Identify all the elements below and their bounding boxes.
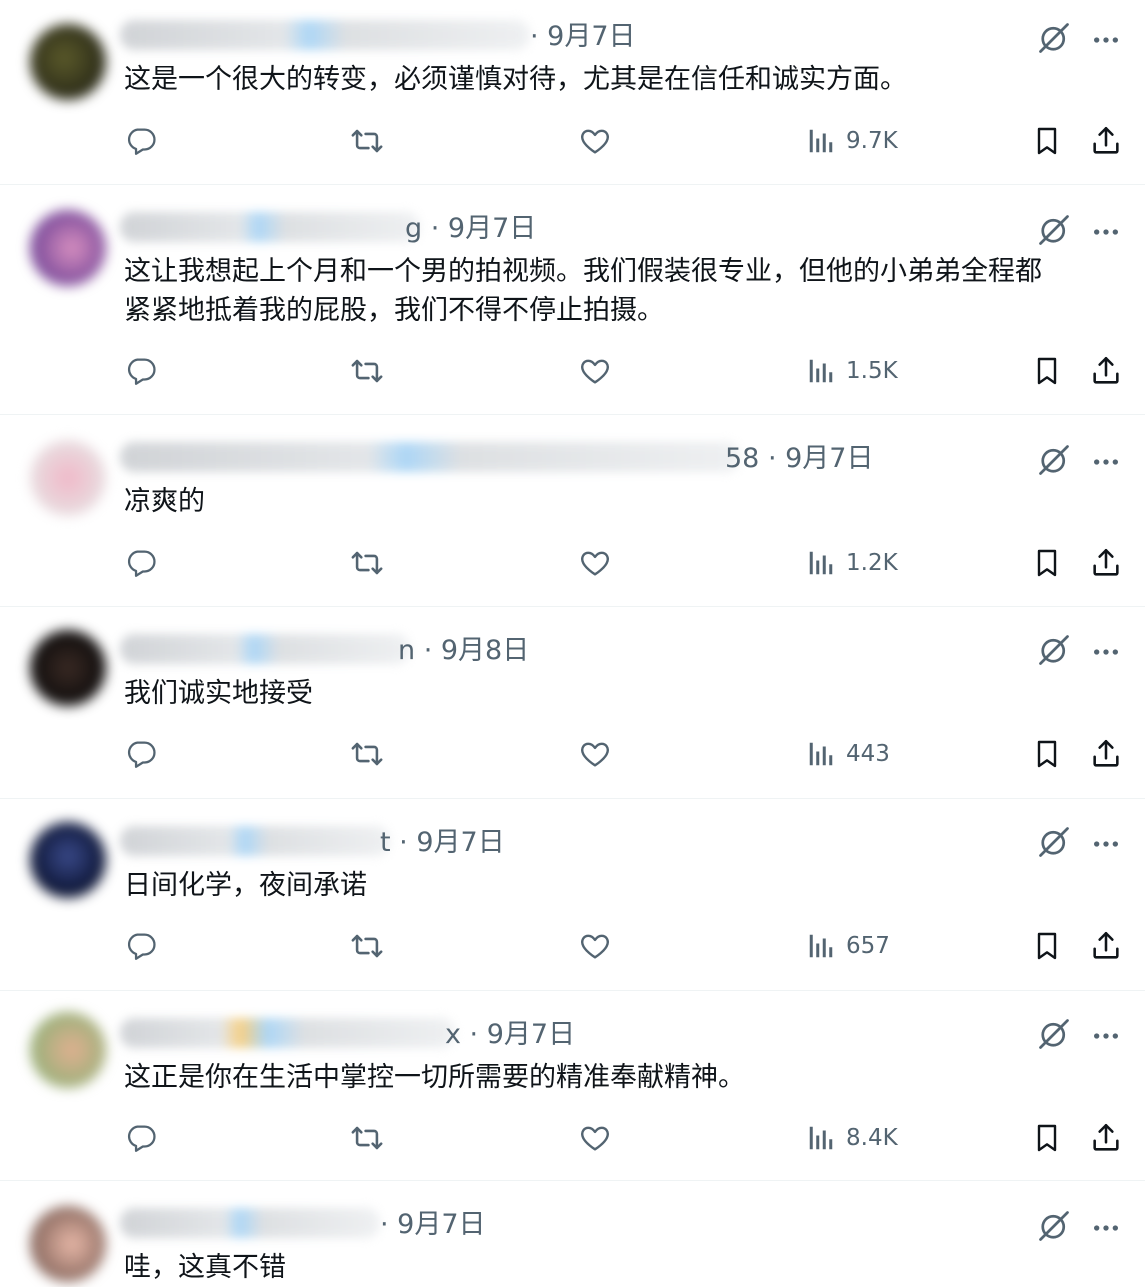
grok-icon[interactable] — [1036, 1016, 1072, 1052]
views-button[interactable]: 443 — [806, 736, 890, 772]
views-count: 8.4K — [846, 1125, 898, 1151]
reply-icon[interactable] — [124, 545, 158, 581]
more-options-icon[interactable] — [1090, 214, 1122, 250]
avatar[interactable] — [30, 1206, 106, 1282]
repost-icon[interactable] — [348, 545, 386, 581]
reply-text: 这让我想起上个月和一个男的拍视频。我们假装很专业，但他的小弟弟全程都 紧紧地抵着… — [124, 256, 1042, 326]
views-count: 657 — [846, 933, 890, 959]
blurred-username[interactable] — [120, 212, 420, 242]
blurred-username[interactable] — [120, 1208, 380, 1238]
divider — [0, 1180, 1145, 1181]
views-count: 9.7K — [846, 128, 898, 154]
divider — [0, 414, 1145, 415]
blurred-username[interactable] — [120, 1018, 455, 1048]
more-options-icon[interactable] — [1090, 22, 1122, 58]
repost-icon[interactable] — [348, 353, 386, 389]
reply-item[interactable]: n · 9月8日 我们诚实地接受 — [0, 608, 1145, 798]
like-icon[interactable] — [578, 353, 612, 389]
divider — [0, 606, 1145, 607]
grok-icon[interactable] — [1036, 212, 1072, 248]
grok-icon[interactable] — [1036, 1208, 1072, 1244]
repost-icon[interactable] — [348, 928, 386, 964]
like-icon[interactable] — [578, 123, 612, 159]
views-count: 443 — [846, 741, 890, 767]
bookmark-icon[interactable] — [1031, 123, 1063, 159]
reply-item[interactable]: 58 · 9月7日 凉爽的 — [0, 416, 1145, 606]
avatar[interactable] — [30, 1012, 106, 1088]
views-button[interactable]: 657 — [806, 928, 890, 964]
like-icon[interactable] — [578, 928, 612, 964]
reply-date[interactable]: 58 · 9月7日 — [725, 442, 873, 476]
more-options-icon[interactable] — [1090, 634, 1122, 670]
bookmark-icon[interactable] — [1031, 928, 1063, 964]
divider — [0, 798, 1145, 799]
grok-icon[interactable] — [1036, 20, 1072, 56]
reply-item[interactable]: t · 9月7日 日间化学，夜间承诺 — [0, 800, 1145, 990]
share-icon[interactable] — [1089, 928, 1123, 964]
like-icon[interactable] — [578, 736, 612, 772]
avatar[interactable] — [30, 24, 106, 100]
grok-icon[interactable] — [1036, 824, 1072, 860]
share-icon[interactable] — [1089, 123, 1123, 159]
repost-icon[interactable] — [348, 736, 386, 772]
bookmark-icon[interactable] — [1031, 545, 1063, 581]
share-icon[interactable] — [1089, 353, 1123, 389]
views-button[interactable]: 9.7K — [806, 123, 898, 159]
divider — [0, 184, 1145, 185]
views-button[interactable]: 8.4K — [806, 1120, 898, 1156]
reply-text: 日间化学，夜间承诺 — [124, 870, 367, 901]
more-options-icon[interactable] — [1090, 1018, 1122, 1054]
reply-date[interactable]: x · 9月7日 — [445, 1018, 575, 1052]
divider — [0, 990, 1145, 991]
reply-item[interactable]: · 9月7日 哇，这真不错 — [0, 1182, 1145, 1283]
blurred-username[interactable] — [120, 20, 530, 50]
repost-icon[interactable] — [348, 123, 386, 159]
reply-text: 凉爽的 — [124, 486, 205, 517]
more-options-icon[interactable] — [1090, 826, 1122, 862]
reply-icon[interactable] — [124, 928, 158, 964]
grok-icon[interactable] — [1036, 442, 1072, 478]
reply-date[interactable]: g · 9月7日 — [405, 212, 536, 246]
bookmark-icon[interactable] — [1031, 736, 1063, 772]
share-icon[interactable] — [1089, 736, 1123, 772]
avatar[interactable] — [30, 822, 106, 898]
avatar[interactable] — [30, 210, 106, 286]
views-count: 1.5K — [846, 358, 898, 384]
more-options-icon[interactable] — [1090, 1210, 1122, 1246]
reply-icon[interactable] — [124, 353, 158, 389]
bookmark-icon[interactable] — [1031, 353, 1063, 389]
like-icon[interactable] — [578, 545, 612, 581]
repost-icon[interactable] — [348, 1120, 386, 1156]
avatar[interactable] — [30, 440, 106, 516]
reply-date[interactable]: · 9月7日 — [530, 20, 636, 54]
reply-icon[interactable] — [124, 123, 158, 159]
views-count: 1.2K — [846, 550, 898, 576]
reply-date[interactable]: t · 9月7日 — [380, 826, 505, 860]
reply-date[interactable]: n · 9月8日 — [398, 634, 529, 668]
reply-item[interactable]: g · 9月7日 这让我想起上个月和一个男的拍视频。我们假装很专业，但他的小弟弟… — [0, 186, 1145, 414]
reply-text: 哇，这真不错 — [124, 1252, 286, 1283]
reply-text: 这正是你在生活中掌控一切所需要的精准奉献精神。 — [124, 1062, 745, 1093]
reply-item[interactable]: x · 9月7日 这正是你在生活中掌控一切所需要的精准奉献精神。 — [0, 992, 1145, 1180]
views-button[interactable]: 1.5K — [806, 353, 898, 389]
views-button[interactable]: 1.2K — [806, 545, 898, 581]
share-icon[interactable] — [1089, 1120, 1123, 1156]
share-icon[interactable] — [1089, 545, 1123, 581]
avatar[interactable] — [30, 630, 106, 706]
more-options-icon[interactable] — [1090, 444, 1122, 480]
reply-item[interactable]: · 9月7日 这是一个很大的转变，必须谨慎对待，尤其是在信任和诚实方面。 — [0, 0, 1145, 184]
bookmark-icon[interactable] — [1031, 1120, 1063, 1156]
blurred-username[interactable] — [120, 442, 740, 472]
like-icon[interactable] — [578, 1120, 612, 1156]
reply-date[interactable]: · 9月7日 — [380, 1208, 486, 1242]
reply-icon[interactable] — [124, 736, 158, 772]
reply-text: 这是一个很大的转变，必须谨慎对待，尤其是在信任和诚实方面。 — [124, 64, 907, 95]
grok-icon[interactable] — [1036, 632, 1072, 668]
blurred-username[interactable] — [120, 826, 390, 856]
blurred-username[interactable] — [120, 634, 410, 664]
reply-text: 我们诚实地接受 — [124, 678, 313, 709]
reply-icon[interactable] — [124, 1120, 158, 1156]
